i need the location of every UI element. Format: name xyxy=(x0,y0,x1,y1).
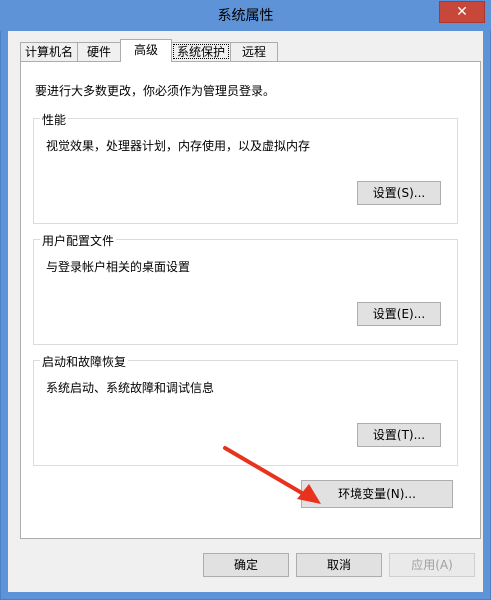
dialog-client-area: 计算机名 硬件 高级 系统保护 远程 要进行大多数更改，你必须作为管理员登录。 … xyxy=(8,31,483,592)
tab-computer-name[interactable]: 计算机名 xyxy=(20,42,78,61)
tab-remote[interactable]: 远程 xyxy=(230,42,278,61)
cancel-button[interactable]: 取消 xyxy=(296,553,382,577)
title-bar[interactable]: 系统属性 ✕ xyxy=(0,0,491,31)
apply-button[interactable]: 应用(A) xyxy=(389,553,475,577)
advanced-tab-panel: 要进行大多数更改，你必须作为管理员登录。 性能 视觉效果，处理器计划，内存使用，… xyxy=(20,61,481,539)
tab-system-protection[interactable]: 系统保护 xyxy=(171,42,231,61)
tab-advanced[interactable]: 高级 xyxy=(120,39,172,62)
tab-label: 硬件 xyxy=(86,45,111,59)
tab-label: 远程 xyxy=(241,45,266,59)
tab-hardware[interactable]: 硬件 xyxy=(77,42,121,61)
tab-label: 系统保护 xyxy=(176,45,225,59)
window-title: 系统属性 xyxy=(217,8,274,24)
ok-button[interactable]: 确定 xyxy=(203,553,289,577)
close-button[interactable]: ✕ xyxy=(439,1,485,23)
close-icon: ✕ xyxy=(456,4,468,20)
tab-label: 计算机名 xyxy=(24,45,73,59)
annotation-arrow-icon xyxy=(223,446,321,504)
tab-label: 高级 xyxy=(133,43,158,57)
